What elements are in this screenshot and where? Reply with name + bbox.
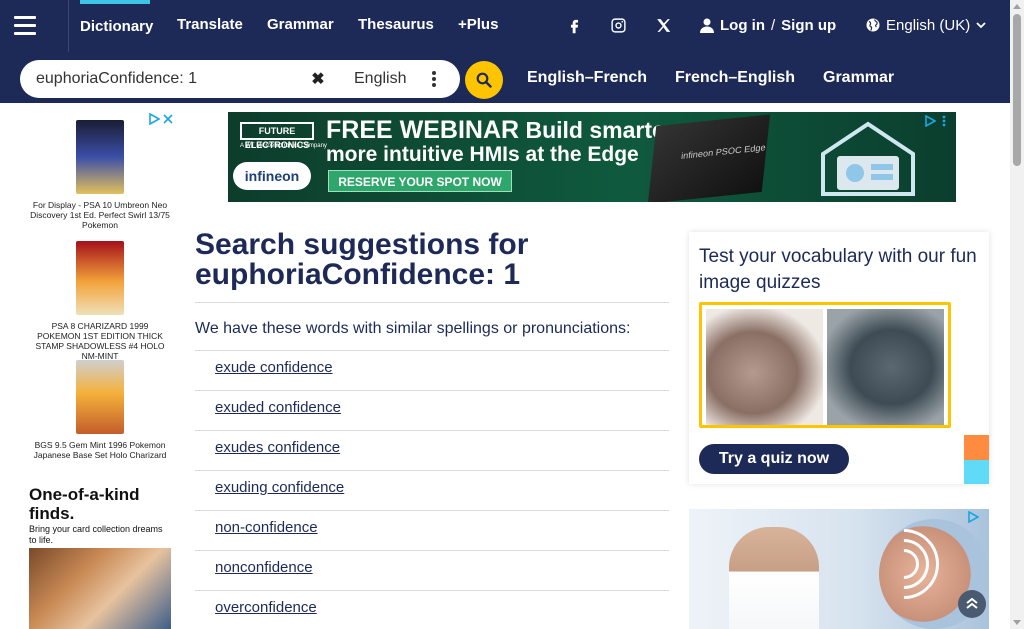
banner-partner-logo: infineon <box>233 162 311 190</box>
dictionary-select[interactable]: English <box>332 63 450 95</box>
user-icon <box>700 18 714 33</box>
scrollbar-thumb[interactable] <box>1013 14 1021 166</box>
search-icon <box>476 72 492 88</box>
nav-dictionary[interactable]: Dictionary <box>80 0 153 47</box>
page-title: Search suggestions for euphoriaConfidenc… <box>195 230 669 290</box>
ad-card[interactable]: BGS 9.5 Gem Mint 1996 Pokemon Japanese B… <box>29 360 171 460</box>
suggestions-intro: We have these words with similar spellin… <box>195 320 631 337</box>
nav-thesaurus[interactable]: Thesaurus <box>358 0 434 47</box>
adchoices-icon[interactable] <box>924 115 950 129</box>
chevron-down-icon <box>976 22 986 29</box>
globe-icon <box>866 18 880 32</box>
login-area: Log in / Sign up <box>700 14 836 36</box>
quiz-card: Test your vocabulary with our fun image … <box>689 232 989 484</box>
ad-card-text: PSA 8 CHARIZARD 1999 POKEMON 1ST EDITION… <box>35 321 165 361</box>
instagram-icon[interactable] <box>606 14 630 36</box>
divider <box>195 550 669 551</box>
language-selector[interactable]: English (UK) <box>866 14 986 36</box>
chevron-up-icon <box>966 597 978 609</box>
quiz-image-link[interactable] <box>699 302 951 428</box>
suggestion-link[interactable]: exude confidence <box>215 359 333 376</box>
banner-brand-logo: FUTURE ELECTRONICS <box>240 122 314 150</box>
banner-headline: FREE WEBINAR Build smarter, <box>326 117 679 143</box>
ad-card[interactable]: For Display - PSA 10 Umbreon Neo Discove… <box>29 120 171 230</box>
ad-card-text: For Display - PSA 10 Umbreon Neo Discove… <box>30 200 170 230</box>
divider <box>195 510 669 511</box>
left-ad[interactable]: For Display - PSA 10 Umbreon Neo Discove… <box>19 110 181 629</box>
login-separator: / <box>771 16 776 34</box>
language-label: English (UK) <box>886 16 971 34</box>
top-nav: Dictionary Translate Grammar Thesaurus +… <box>0 0 1010 52</box>
quicklink-english-french[interactable]: English–French <box>527 64 647 92</box>
banner-chip-image: infineon PSOC Edge <box>647 114 771 202</box>
adchoices-icon[interactable] <box>967 511 989 525</box>
clear-icon[interactable]: ✖ <box>306 67 330 91</box>
ad-card[interactable]: PSA 8 CHARIZARD 1999 POKEMON 1ST EDITION… <box>29 241 171 361</box>
ad-card-text: BGS 9.5 Gem Mint 1996 Pokemon Japanese B… <box>33 440 167 460</box>
page-title-query: euphoriaConfidence: 1 <box>195 258 521 291</box>
side-tab-cyan[interactable] <box>964 460 989 484</box>
banner-house-illustration <box>821 121 915 196</box>
facebook-icon[interactable] <box>562 14 586 36</box>
scroll-down-arrow[interactable] <box>1013 620 1021 625</box>
divider <box>195 302 669 303</box>
right-ad[interactable] <box>689 509 989 629</box>
nav-divider <box>68 0 69 52</box>
suggestion-link[interactable]: nonconfidence <box>215 559 313 576</box>
menu-icon[interactable] <box>8 8 42 42</box>
divider <box>195 390 669 391</box>
vertical-scrollbar[interactable] <box>1010 0 1024 629</box>
ad-promo-title: One-of-a-kind finds. <box>29 485 140 523</box>
banner-brand-subtitle: A WT Microelectronics Company <box>240 143 327 149</box>
divider <box>195 470 669 471</box>
nav-translate[interactable]: Translate <box>177 0 243 47</box>
nav-plus[interactable]: +Plus <box>458 0 498 47</box>
banner-cta-button[interactable]: RESERVE YOUR SPOT NOW <box>328 170 512 192</box>
search-button[interactable] <box>465 61 503 99</box>
divider <box>195 350 669 351</box>
banner-headline-big: FREE WEBINAR <box>326 116 520 144</box>
suggestion-link[interactable]: overconfidence <box>215 599 317 616</box>
divider <box>195 430 669 431</box>
suggestion-link[interactable]: non-confidence <box>215 519 318 536</box>
side-tab-orange[interactable] <box>964 435 989 460</box>
ad-promo-photo <box>29 548 171 629</box>
try-quiz-button[interactable]: Try a quiz now <box>699 444 849 474</box>
quicklink-grammar[interactable]: Grammar <box>823 64 894 92</box>
divider <box>195 590 669 591</box>
page-title-prefix: Search suggestions for <box>195 228 529 261</box>
nav-grammar[interactable]: Grammar <box>267 0 334 47</box>
quiz-image-hippo <box>706 309 823 425</box>
quicklink-french-english[interactable]: French–English <box>675 64 795 92</box>
more-options-icon <box>432 71 436 87</box>
ad-doctor-image <box>729 527 819 629</box>
scroll-up-arrow[interactable] <box>1013 4 1021 9</box>
search-bar: ✖ English English–French French–English … <box>0 52 1010 103</box>
search-box: ✖ English <box>20 60 460 98</box>
search-input[interactable] <box>36 60 306 98</box>
login-link[interactable]: Log in <box>720 17 765 34</box>
quiz-title: Test your vocabulary with our fun image … <box>699 246 977 293</box>
quiz-image-seal <box>827 309 944 425</box>
ad-promo-subtitle: Bring your card collection dreams to lif… <box>29 524 163 545</box>
suggestion-link[interactable]: exuded confidence <box>215 399 341 416</box>
banner-headline-line2: more intuitive HMIs at the Edge <box>326 143 639 166</box>
banner-ad[interactable]: FUTURE ELECTRONICS A WT Microelectronics… <box>228 112 956 202</box>
signup-link[interactable]: Sign up <box>781 17 836 34</box>
scroll-to-top-button[interactable] <box>958 590 986 618</box>
suggestion-link[interactable]: exuding confidence <box>215 479 344 496</box>
dictionary-select-label: English <box>354 70 407 87</box>
x-icon[interactable] <box>651 14 675 36</box>
suggestion-link[interactable]: exudes confidence <box>215 439 340 456</box>
